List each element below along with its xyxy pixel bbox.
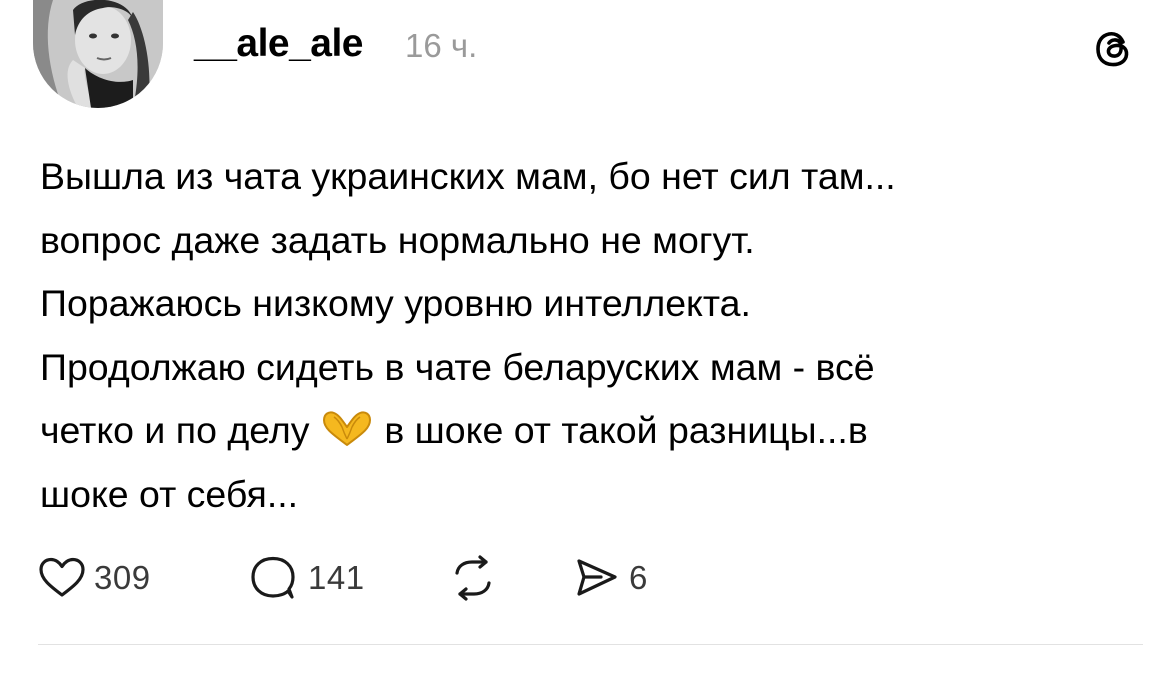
send-icon	[577, 559, 617, 596]
post-text-line: вопрос даже задать нормально не могут.	[40, 218, 755, 261]
heart-icon	[39, 557, 85, 597]
repost-button[interactable]	[448, 555, 498, 601]
like-button[interactable]: 309	[38, 555, 151, 601]
like-count: 309	[94, 559, 151, 596]
post-text-line: в шоке от такой разницы...в	[384, 409, 868, 451]
post-text-line: Вышла из чата украинских мам, бо нет сил…	[40, 155, 896, 197]
avatar[interactable]	[33, 0, 163, 108]
share-button[interactable]: 6	[573, 555, 648, 601]
reply-button[interactable]: 141	[248, 555, 365, 601]
divider	[38, 644, 1143, 645]
heart-hands-emoji-icon	[320, 405, 374, 446]
comment-bubble-icon	[251, 556, 295, 599]
username[interactable]: __ale_ale	[194, 22, 364, 66]
threads-logo-icon[interactable]	[1092, 27, 1136, 71]
post-body: Вышла из чата украинских мам, бо нет сил…	[40, 145, 1130, 526]
post-text-line-with-emoji: четко и по делу в шоке от такой разницы.…	[40, 399, 1130, 463]
reply-count: 141	[308, 559, 365, 596]
share-count: 6	[629, 559, 648, 596]
post-text-line: Продолжаю сидеть в чате беларуских мам -…	[40, 345, 875, 388]
post-text-line: Поражаюсь низкому уровню интеллекта.	[40, 282, 751, 324]
post-timestamp: 16 ч.	[405, 27, 478, 64]
post-text-line: шоке от себя...	[40, 472, 299, 515]
post-text-line: четко и по делу	[40, 409, 310, 451]
repost-icon	[455, 555, 491, 601]
